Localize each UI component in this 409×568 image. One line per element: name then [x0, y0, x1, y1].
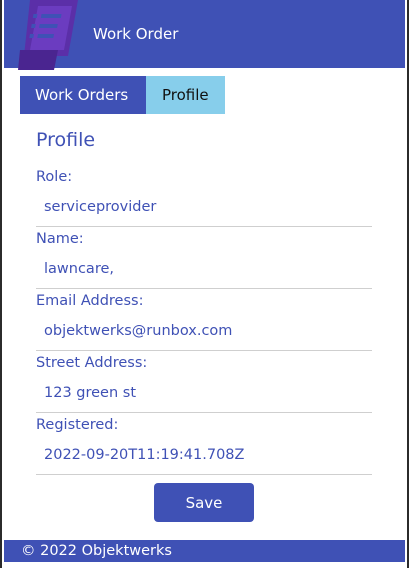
work-order-document-icon [18, 0, 78, 70]
app-header: Work Order [4, 0, 405, 70]
footer-copyright: © 2022 Objektwerks [21, 543, 172, 559]
divider [36, 474, 372, 475]
bottom-margin [4, 562, 405, 568]
registered-label: Registered: [36, 417, 119, 433]
name-label: Name: [36, 231, 84, 247]
save-button[interactable]: Save [154, 483, 254, 522]
tab-work-orders[interactable]: Work Orders [20, 76, 146, 114]
email-value: objektwerks@runbox.com [44, 323, 233, 339]
tab-profile[interactable]: Profile [146, 76, 225, 114]
footer: © 2022 Objektwerks [4, 540, 405, 562]
street-address-value: 123 green st [44, 385, 137, 401]
app-title: Work Order [93, 25, 179, 43]
registered-value: 2022-09-20T11:19:41.708Z [44, 447, 245, 463]
divider [36, 226, 372, 227]
email-label: Email Address: [36, 293, 144, 309]
role-value: serviceprovider [44, 199, 157, 215]
tab-bar: Work Orders Profile [20, 76, 225, 114]
street-address-label: Street Address: [36, 355, 148, 371]
divider [36, 350, 372, 351]
divider [36, 412, 372, 413]
page-title: Profile [36, 129, 96, 151]
name-value: lawncare, [44, 261, 114, 277]
role-label: Role: [36, 169, 73, 185]
divider [36, 288, 372, 289]
